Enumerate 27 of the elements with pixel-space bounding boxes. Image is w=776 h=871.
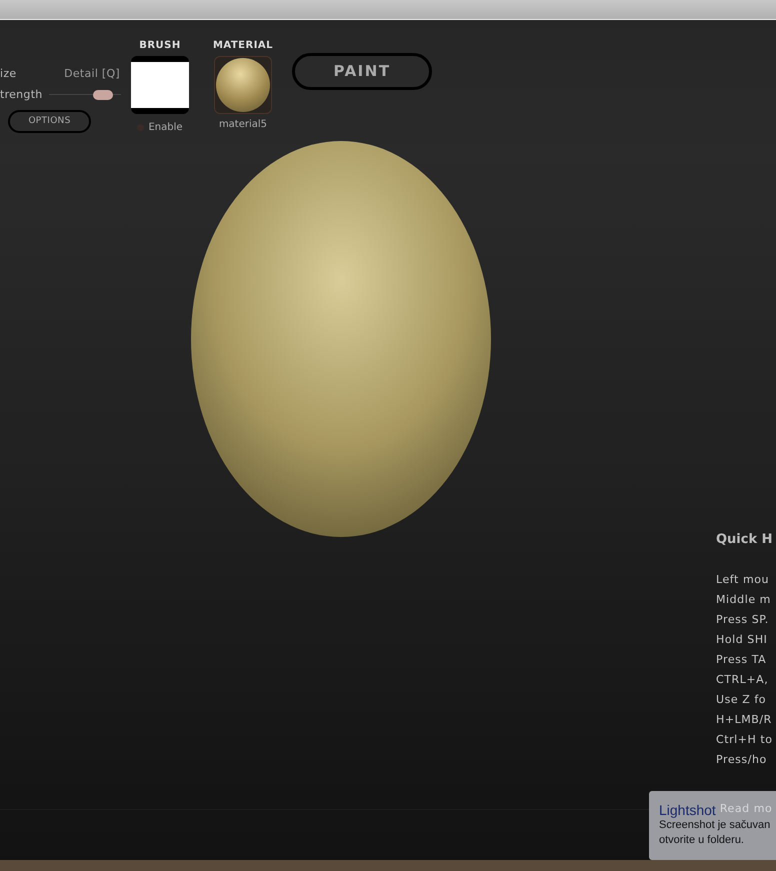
detail-label: Detail [Q] [64, 66, 120, 82]
paint-button[interactable]: PAINT [292, 53, 432, 90]
material-label: MATERIAL [212, 39, 274, 53]
help-line: Left mou [716, 572, 770, 588]
material-swatch[interactable] [214, 56, 272, 114]
help-line: Hold SHI [716, 632, 768, 648]
help-line: Use Z fo [716, 692, 768, 708]
help-line: Press TA [716, 652, 768, 668]
help-line: Press/ho [716, 752, 768, 768]
help-line: H+LMB/R [716, 712, 773, 728]
notification-text: otvorite u folderu. [659, 832, 745, 848]
help-line: Middle m [716, 592, 772, 608]
help-line: Press SP. [716, 612, 770, 628]
brush-swatch[interactable] [131, 56, 189, 114]
options-button[interactable]: OPTIONS [8, 110, 91, 133]
enable-label: Enable [148, 121, 183, 135]
help-line: Ctrl+H to [716, 732, 773, 748]
quick-help-title: Quick H [716, 531, 773, 549]
strength-label: trength [0, 86, 43, 102]
notification-text: Screenshot je sačuvan [659, 818, 772, 832]
help-line: CTRL+A, [716, 672, 770, 688]
size-label: ize [0, 66, 16, 82]
notification-title: Lightshot [659, 802, 716, 818]
slider-thumb[interactable] [93, 90, 114, 100]
strength-slider[interactable] [48, 90, 121, 100]
material-name: material5 [218, 118, 268, 132]
brush-label: BRUSH [139, 39, 181, 53]
